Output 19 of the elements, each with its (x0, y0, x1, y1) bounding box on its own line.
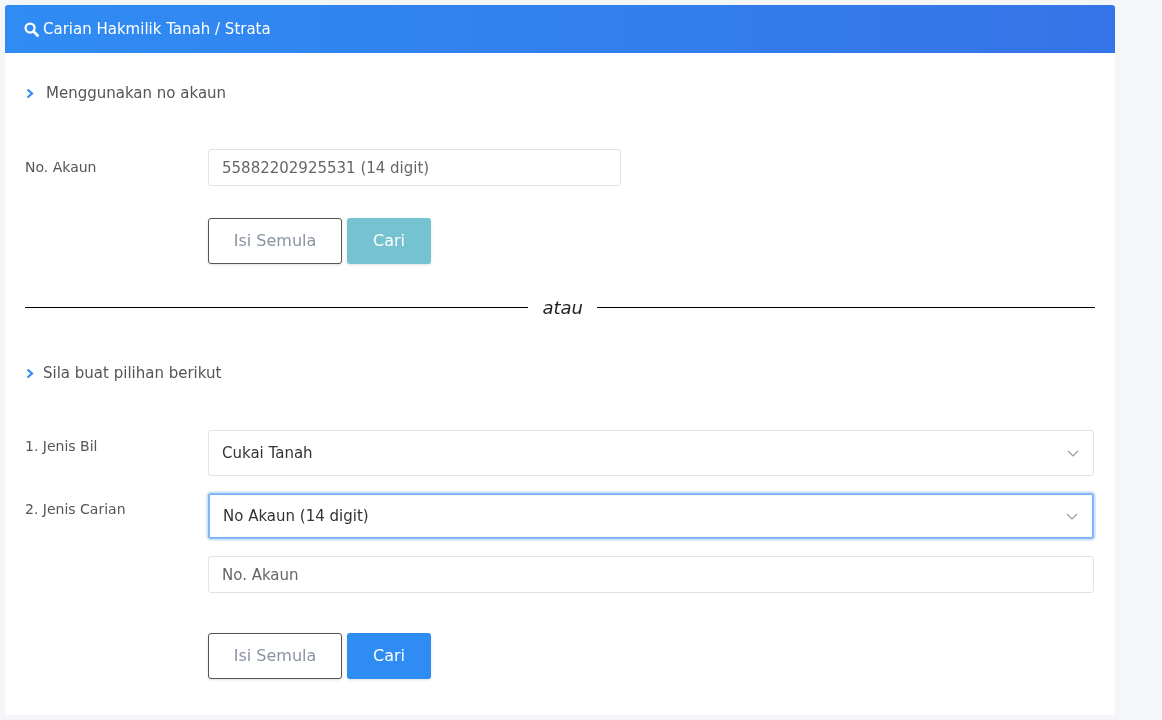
divider-label: atau (542, 296, 583, 320)
chevron-down-icon (1067, 449, 1079, 457)
search-icon (24, 21, 39, 37)
dropdown-field[interactable]: No Akaun (14 digit) (208, 493, 1094, 539)
dropdown-field[interactable]: Cukai Tanah (208, 430, 1094, 476)
field-label: 2. Jenis Carian (25, 500, 127, 519)
account-number-field[interactable]: No. Akaun (208, 556, 1094, 593)
account-number-field[interactable]: 55882202925531 (14 digit) (208, 149, 621, 186)
chevron-right-icon (26, 87, 34, 99)
field-label: No. Akaun (25, 158, 98, 177)
reset-button[interactable]: Isi Semula (208, 633, 342, 679)
chevron-down-icon (1066, 512, 1078, 520)
search-button[interactable]: Cari (347, 633, 431, 679)
panel-title: Carian Hakmilik Tanah / Strata (43, 18, 271, 40)
section-heading: Menggunakan no akaun (46, 82, 227, 104)
field-label: 1. Jenis Bil (25, 437, 99, 456)
section-heading: Sila buat pilihan berikut (43, 362, 222, 384)
chevron-right-icon (26, 367, 34, 379)
reset-button[interactable]: Isi Semula (208, 218, 342, 264)
